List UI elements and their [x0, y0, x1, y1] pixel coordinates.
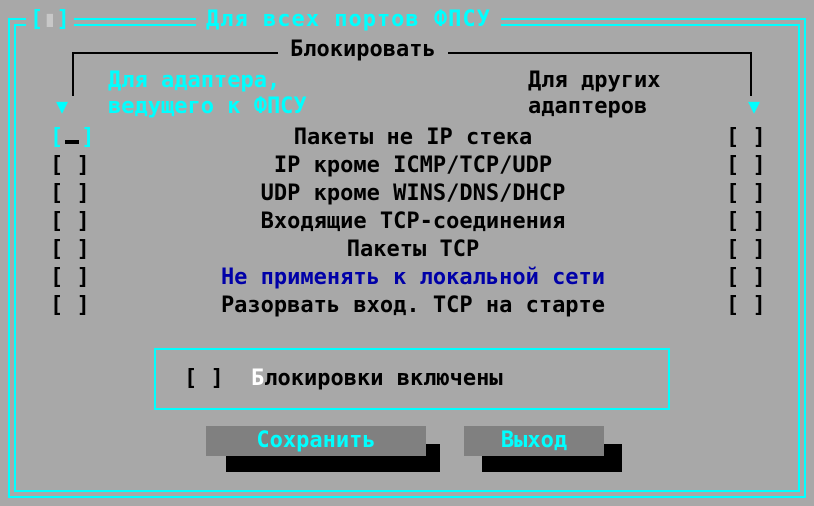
title-bar: [▮] Для всех портов ФПСУ: [8, 8, 806, 32]
left-checkbox[interactable]: []: [50, 124, 95, 152]
right-checkbox[interactable]: [ ]: [726, 236, 766, 264]
left-arrow-down-icon: ▼: [56, 94, 69, 118]
left-checkbox[interactable]: [ ]: [50, 236, 90, 264]
enable-hotkey-letter: Б: [251, 366, 265, 391]
right-column-title-line1: Для других: [528, 68, 661, 93]
option-label: Разорвать вход. TCP на старте: [220, 293, 606, 318]
right-checkbox[interactable]: [ ]: [726, 264, 766, 292]
option-label: IP кроме ICMP/TCP/UDP: [273, 153, 553, 178]
option-row: [ ] Разорвать вход. TCP на старте [ ]: [8, 292, 806, 320]
option-row: [ ] Не применять к локальной сети [ ]: [8, 264, 806, 292]
block-group-label: Блокировать: [278, 38, 448, 62]
option-row: [ ] UDP кроме WINS/DNS/DHCP [ ]: [8, 180, 806, 208]
left-checkbox[interactable]: [ ]: [50, 292, 90, 320]
right-checkbox[interactable]: [ ]: [726, 208, 766, 236]
left-checkbox[interactable]: [ ]: [50, 264, 90, 292]
left-column-title: Для адаптера, ведущего к ФПСУ: [108, 68, 307, 120]
option-label: UDP кроме WINS/DNS/DHCP: [260, 181, 566, 206]
enable-blocking-label: локировки включены: [264, 366, 503, 391]
option-label: Пакеты TCP: [346, 237, 480, 262]
right-checkbox[interactable]: [ ]: [726, 124, 766, 152]
left-checkbox[interactable]: [ ]: [50, 152, 90, 180]
close-icon: ▮: [43, 7, 57, 32]
enable-blocking-checkbox[interactable]: [ ]: [184, 366, 224, 391]
left-checkbox[interactable]: [ ]: [50, 208, 90, 236]
option-row: [ ] Входящие TCP-соединения [ ]: [8, 208, 806, 236]
right-checkbox[interactable]: [ ]: [726, 292, 766, 320]
left-checkbox[interactable]: [ ]: [50, 180, 90, 208]
option-label: Не применять к локальной сети: [220, 265, 606, 290]
option-label: Пакеты не IP стека: [293, 125, 533, 150]
left-column-title-line2: ведущего к ФПСУ: [108, 94, 307, 119]
dialog-window: [▮] Для всех портов ФПСУ Блокировать Для…: [8, 8, 806, 498]
enable-blocking-option[interactable]: [ ] Блокировки включены: [184, 364, 503, 394]
exit-button[interactable]: Выход: [464, 426, 604, 456]
option-row: [ ] IP кроме ICMP/TCP/UDP [ ]: [8, 152, 806, 180]
right-checkbox[interactable]: [ ]: [726, 152, 766, 180]
dialog-title: Для всех портов ФПСУ: [196, 8, 501, 32]
right-arrow-down-icon: ▼: [748, 94, 761, 118]
option-label: Входящие TCP-соединения: [260, 209, 566, 234]
right-column-title-line2: адаптеров: [528, 94, 648, 119]
save-button[interactable]: Сохранить: [206, 426, 426, 456]
close-button[interactable]: [▮]: [26, 8, 74, 32]
text-cursor: [65, 140, 80, 144]
right-checkbox[interactable]: [ ]: [726, 180, 766, 208]
option-row: [] Пакеты не IP стека [ ]: [8, 124, 806, 152]
right-column-title: Для других адаптеров: [528, 68, 660, 120]
left-column-title-line1: Для адаптера,: [108, 68, 281, 93]
option-row: [ ] Пакеты TCP [ ]: [8, 236, 806, 264]
